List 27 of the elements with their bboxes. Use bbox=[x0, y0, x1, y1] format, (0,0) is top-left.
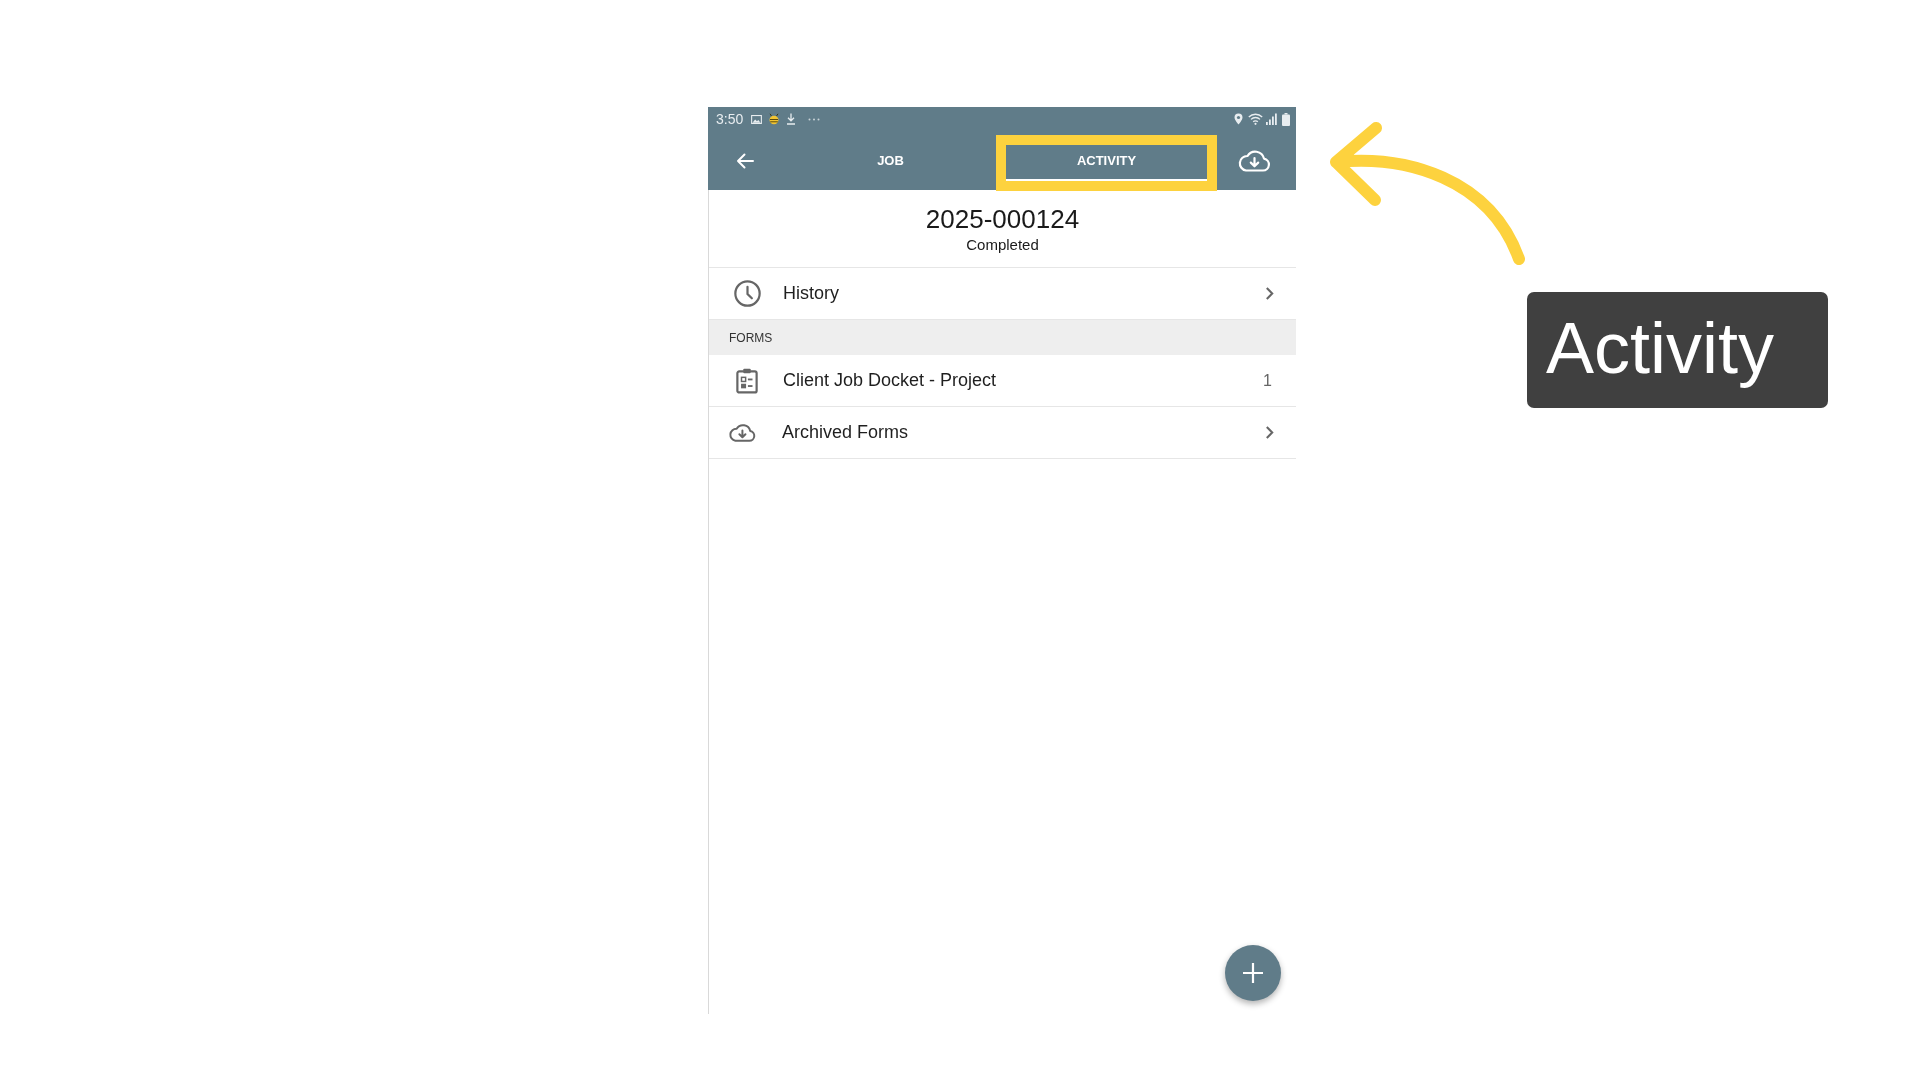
form-item[interactable]: Client Job Docket - Project 1 bbox=[709, 355, 1296, 407]
annotation-label: Activity bbox=[1527, 292, 1828, 408]
battery-icon bbox=[1282, 112, 1290, 126]
plus-icon bbox=[1242, 962, 1264, 984]
job-status: Completed bbox=[966, 235, 1039, 255]
tab[interactable]: JOB bbox=[790, 131, 991, 181]
wifi-icon bbox=[1248, 113, 1263, 125]
add-button[interactable] bbox=[1225, 945, 1281, 1001]
section-header: FORMS bbox=[709, 320, 1296, 355]
cloud-download-icon bbox=[728, 423, 756, 442]
clock-icon bbox=[734, 280, 761, 307]
location-pin-icon bbox=[1234, 113, 1243, 125]
image-icon bbox=[751, 114, 763, 124]
job-number: 2025-000124 bbox=[925, 204, 1080, 234]
clipboard-icon bbox=[736, 367, 758, 394]
bee-icon bbox=[768, 113, 781, 125]
form-count: 1 bbox=[1263, 371, 1272, 390]
cloud-download-icon bbox=[1236, 149, 1271, 172]
archive-item[interactable]: Archived Forms bbox=[709, 407, 1296, 459]
download-icon bbox=[786, 113, 797, 125]
signal-icon bbox=[1266, 113, 1277, 125]
tab[interactable]: ACTIVITY bbox=[1006, 131, 1207, 181]
back-arrow-icon bbox=[736, 152, 754, 169]
chevron-right-icon bbox=[1265, 286, 1274, 301]
status-time: 3:50 bbox=[716, 111, 744, 127]
chevron-right-icon bbox=[1265, 425, 1274, 440]
more-dots-icon bbox=[808, 117, 821, 121]
